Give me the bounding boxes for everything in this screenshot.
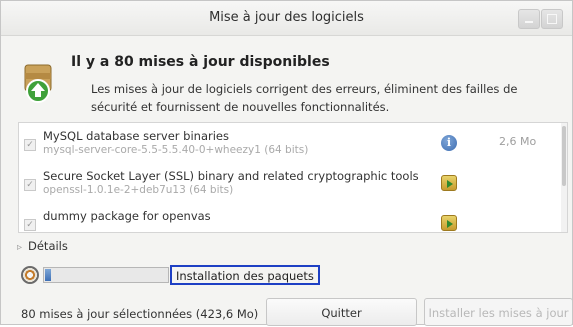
update-checkbox[interactable]: ✓: [24, 139, 36, 151]
update-version: mysql-server-core-5.5-5.5.40-0+wheezy1 (…: [43, 144, 309, 156]
list-scrollbar[interactable]: [561, 123, 567, 232]
updates-list[interactable]: ✓ MySQL database server binaries mysql-s…: [18, 122, 568, 233]
details-expander[interactable]: ▹ Détails: [17, 239, 68, 253]
title-bar[interactable]: Mise à jour des logiciels: [1, 1, 572, 36]
update-checkbox[interactable]: ✓: [24, 219, 36, 231]
update-size: 2,6 Mo: [499, 135, 537, 148]
scrollbar-thumb[interactable]: [562, 126, 566, 186]
details-label: Détails: [28, 239, 68, 253]
install-status-text: Installation des paquets: [170, 265, 320, 285]
package-update-icon: [24, 64, 52, 103]
updates-available-heading: Il y a 80 mises à jour disponibles: [71, 54, 330, 70]
install-updates-button[interactable]: Installer les mises à jour: [424, 298, 573, 326]
quit-button[interactable]: Quitter: [266, 298, 417, 326]
updates-description: Les mises à jour de logiciels corrigent …: [91, 82, 518, 114]
package-upgrade-icon: [441, 175, 457, 191]
maximize-button[interactable]: [541, 9, 563, 29]
update-checkbox[interactable]: ✓: [24, 179, 36, 191]
update-name: Secure Socket Layer (SSL) binary and rel…: [43, 169, 419, 183]
update-name: MySQL database server binaries: [43, 129, 229, 143]
update-name: dummy package for openvas: [43, 209, 211, 223]
progress-fill: [45, 269, 51, 281]
installing-icon: [21, 266, 39, 284]
software-update-window: Mise à jour des logiciels Il y a 80 mise…: [0, 0, 573, 326]
update-row[interactable]: ✓ Secure Socket Layer (SSL) binary and r…: [19, 163, 567, 203]
package-upgrade-icon: [441, 215, 457, 231]
window-title: Mise à jour des logiciels: [209, 10, 364, 25]
info-icon[interactable]: i: [441, 135, 457, 151]
expander-arrow-icon: ▹: [17, 242, 23, 253]
update-version: openssl-1.0.1e-2+deb7u13 (64 bits): [43, 184, 234, 196]
update-row[interactable]: ✓ dummy package for openvas: [19, 203, 567, 232]
selected-updates-summary: 80 mises à jour sélectionnées (423,6 Mo): [21, 307, 259, 321]
update-row[interactable]: ✓ MySQL database server binaries mysql-s…: [19, 123, 567, 163]
install-progress-bar: [43, 267, 169, 283]
minimize-button[interactable]: [518, 9, 540, 29]
